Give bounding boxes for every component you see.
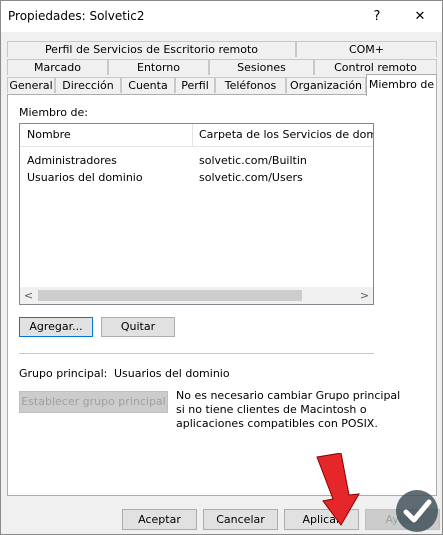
tab-address[interactable]: Dirección	[55, 77, 121, 93]
tab-dial-in[interactable]: Marcado	[7, 59, 108, 75]
divider	[19, 353, 374, 354]
primary-group-note-line: si no tiene clientes de Macintosh o	[176, 403, 367, 416]
group-folder: solvetic.com/Builtin	[199, 154, 307, 167]
scroll-right-icon[interactable]: >	[356, 287, 373, 304]
column-header-name[interactable]: Nombre	[27, 128, 187, 141]
tab-row-3: General Dirección Cuenta Perfil Teléfono…	[7, 74, 437, 96]
column-divider[interactable]	[192, 124, 193, 146]
remove-button[interactable]: Quitar	[101, 317, 175, 337]
list-item[interactable]: Usuarios del dominio solvetic.com/Users	[20, 169, 373, 186]
watermark-logo-icon	[396, 490, 438, 532]
group-name: Administradores	[27, 154, 117, 167]
member-of-label: Miembro de:	[19, 106, 88, 119]
tab-telephones[interactable]: Teléfonos	[215, 77, 286, 93]
accept-button[interactable]: Aceptar	[122, 509, 197, 530]
tab-organization[interactable]: Organización	[286, 77, 366, 93]
tab-remote-control[interactable]: Control remoto	[314, 59, 437, 75]
scroll-left-icon[interactable]: <	[20, 287, 37, 304]
column-header-folder[interactable]: Carpeta de los Servicios de dominio d	[199, 128, 373, 141]
group-folder: solvetic.com/Users	[199, 171, 303, 184]
window-title: Propiedades: Solvetic2	[8, 9, 145, 23]
primary-group-note-line: No es necesario cambiar Grupo principal	[176, 389, 401, 402]
tab-general[interactable]: General	[7, 77, 55, 93]
tab-row-1: Perfil de Servicios de Escritorio remoto…	[7, 41, 437, 58]
cancel-button[interactable]: Cancelar	[203, 509, 278, 530]
close-icon[interactable]: ✕	[398, 1, 442, 32]
primary-group-note-line: aplicaciones compatibles con POSIX.	[176, 417, 378, 430]
tab-account[interactable]: Cuenta	[121, 77, 175, 93]
horizontal-scrollbar[interactable]: < >	[20, 287, 373, 304]
add-button[interactable]: Agregar...	[19, 317, 93, 337]
tab-rds-profile[interactable]: Perfil de Servicios de Escritorio remoto	[7, 41, 296, 57]
properties-dialog: Propiedades: Solvetic2 ? ✕ Perfil de Ser…	[0, 0, 443, 535]
group-name: Usuarios del dominio	[27, 171, 143, 184]
tab-com-plus[interactable]: COM+	[296, 41, 437, 57]
list-header: Nombre Carpeta de los Servicios de domin…	[20, 124, 373, 147]
set-primary-group-button[interactable]: Establecer grupo principal	[19, 391, 168, 413]
member-of-panel: Miembro de: Nombre Carpeta de los Servic…	[7, 94, 437, 496]
primary-group-value: Usuarios del dominio	[114, 367, 230, 380]
scrollbar-thumb[interactable]	[38, 290, 302, 301]
tab-environment[interactable]: Entorno	[108, 59, 209, 75]
tab-member-of[interactable]: Miembro de	[366, 74, 437, 96]
member-of-list[interactable]: Nombre Carpeta de los Servicios de domin…	[19, 123, 374, 305]
help-icon[interactable]: ?	[355, 1, 399, 32]
red-arrow-icon	[316, 453, 360, 526]
tab-profile[interactable]: Perfil	[175, 77, 215, 93]
tab-sessions[interactable]: Sesiones	[209, 59, 314, 75]
list-item[interactable]: Administradores solvetic.com/Builtin	[20, 152, 373, 169]
primary-group-label: Grupo principal:	[19, 367, 108, 380]
title-bar: Propiedades: Solvetic2 ? ✕	[1, 1, 442, 32]
